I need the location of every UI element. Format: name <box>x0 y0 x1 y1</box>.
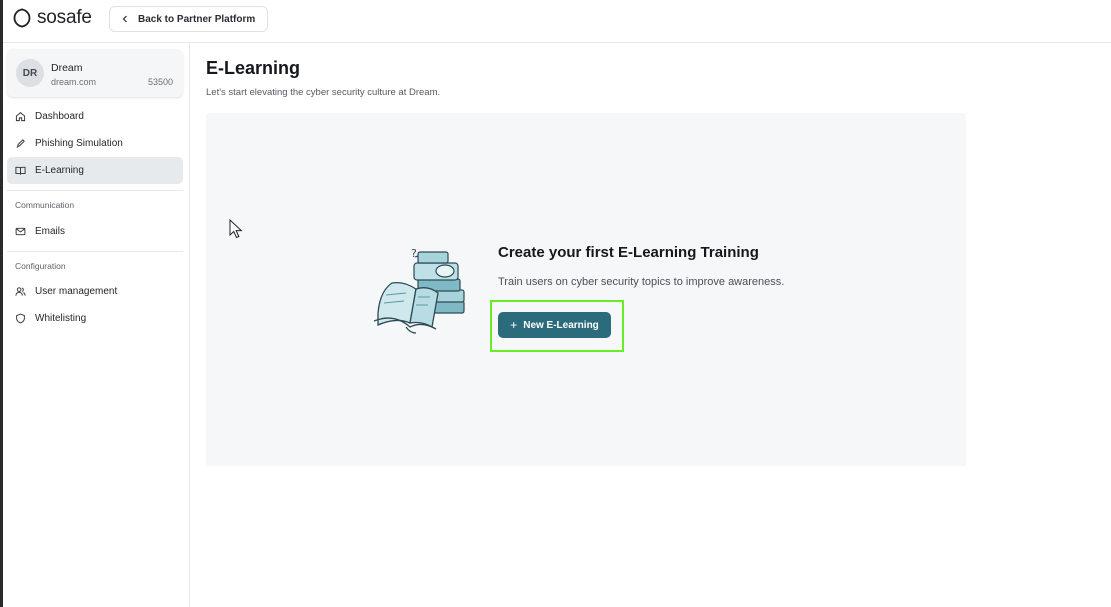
empty-state-description: Train users on cyber security topics to … <box>498 276 785 288</box>
nav-divider <box>7 190 183 191</box>
plus-icon: + <box>510 318 518 332</box>
sidebar-item-label: Emails <box>35 226 66 237</box>
page-subtitle: Let's start elevating the cyber security… <box>206 87 441 98</box>
shield-icon <box>16 313 25 324</box>
nav-section-communication: Communication <box>15 200 75 210</box>
back-button-label: Back to Partner Platform <box>138 13 256 25</box>
sidebar-item-label: Phishing Simulation <box>35 138 123 149</box>
sidebar: DR Dream dream.com 53500 Dashboard Phish… <box>3 43 190 607</box>
back-to-partner-platform-button[interactable]: Back to Partner Platform <box>109 6 269 32</box>
account-id: 53500 <box>147 77 173 87</box>
sidebar-item-e-learning[interactable]: E-Learning <box>7 157 183 184</box>
logo[interactable]: sosafe <box>13 7 92 29</box>
svg-text:?: ? <box>411 247 417 260</box>
new-e-learning-label: New E-Learning <box>523 319 599 331</box>
mouse-cursor-icon <box>229 219 243 239</box>
avatar: DR <box>16 59 44 87</box>
empty-state-panel: ? Create your first E-Learning Training … <box>206 113 966 466</box>
sidebar-item-emails[interactable]: Emails <box>7 218 183 245</box>
home-icon <box>15 112 26 122</box>
logo-text: sosafe <box>37 7 92 28</box>
account-domain: dream.com <box>51 77 97 87</box>
sidebar-item-phishing-simulation[interactable]: Phishing Simulation <box>7 130 183 157</box>
mail-icon <box>15 227 26 236</box>
page-title: E-Learning <box>206 58 301 78</box>
books-illustration-icon: ? <box>373 247 465 334</box>
account-switcher[interactable]: DR Dream dream.com 53500 <box>7 49 183 97</box>
chevron-left-icon <box>122 15 127 23</box>
sidebar-item-dashboard[interactable]: Dashboard <box>7 103 183 130</box>
sidebar-item-whitelisting[interactable]: Whitelisting <box>7 305 183 332</box>
sidebar-item-label: E-Learning <box>35 165 84 176</box>
users-icon <box>15 287 26 296</box>
sidebar-item-label: User management <box>35 286 118 297</box>
sidebar-item-label: Dashboard <box>35 111 84 122</box>
book-open-icon <box>15 166 26 175</box>
top-bar: sosafe Back to Partner Platform <box>3 0 1111 43</box>
hook-icon <box>16 139 25 148</box>
nav-divider <box>7 251 183 252</box>
sosafe-logo-icon <box>13 8 31 28</box>
new-e-learning-button[interactable]: + New E-Learning <box>498 312 611 338</box>
nav-section-configuration: Configuration <box>15 261 66 271</box>
empty-state-title: Create your first E-Learning Training <box>498 244 759 261</box>
sidebar-item-label: Whitelisting <box>35 313 87 324</box>
sidebar-item-user-management[interactable]: User management <box>7 278 183 305</box>
account-name: Dream <box>51 62 83 74</box>
